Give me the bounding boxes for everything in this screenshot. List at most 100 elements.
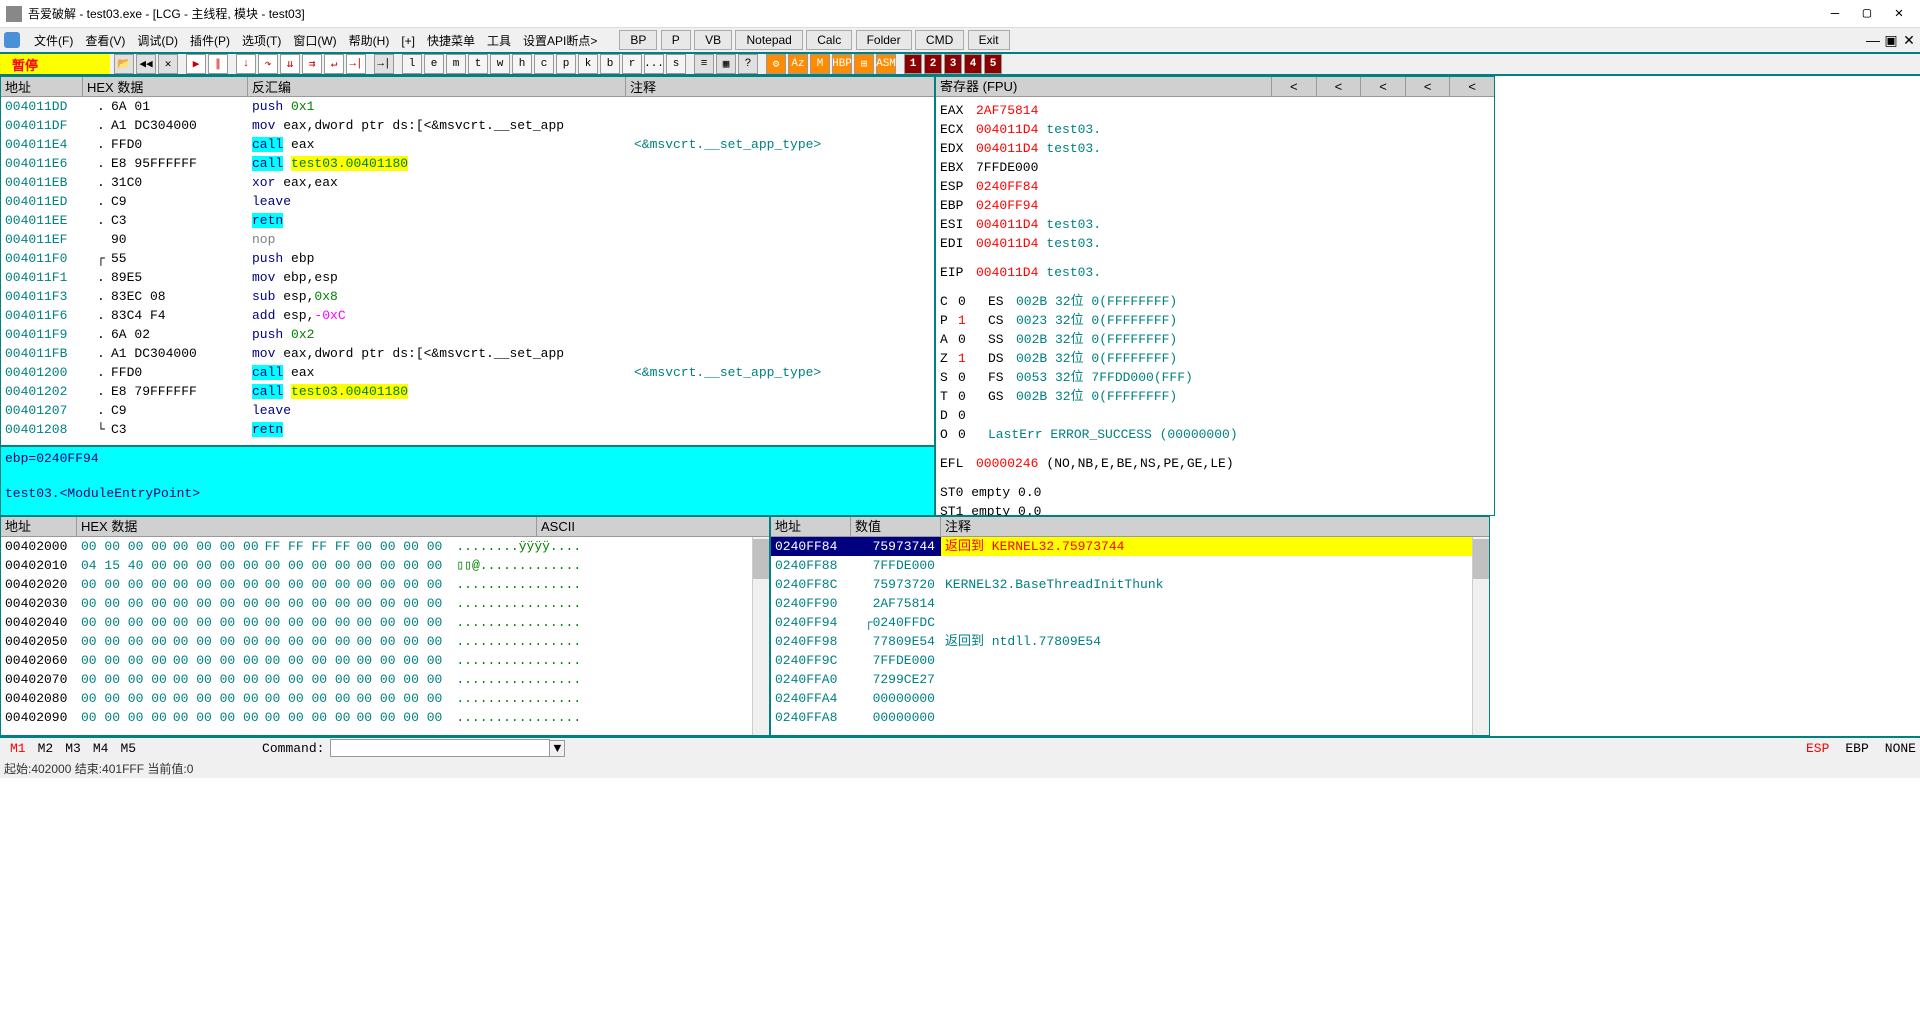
m-button-3[interactable]: M3 [59, 741, 87, 756]
dump-row[interactable]: 0040205000 00 00 0000 00 00 0000 00 00 0… [1, 632, 769, 651]
stack-row[interactable]: 0240FF9C7FFDE000 [771, 651, 1489, 670]
disasm-row[interactable]: 004011F0┌55push ebp [1, 249, 934, 268]
flag-row[interactable]: Z1DS002B 32位 0(FFFFFFFF) [940, 349, 1490, 368]
register-row[interactable]: ECX004011D4test03. [940, 120, 1490, 139]
disassembly-pane[interactable]: 地址 HEX 数据 反汇编 注释 004011DD.6A 01push 0x10… [0, 76, 935, 446]
flag-row[interactable]: C0ES002B 32位 0(FFFFFFFF) [940, 292, 1490, 311]
stack-row[interactable]: 0240FF902AF75814 [771, 594, 1489, 613]
col-asm[interactable]: 反汇编 [248, 77, 626, 96]
col-comment[interactable]: 注释 [626, 77, 934, 96]
tool-5-icon[interactable]: ⊞ [854, 54, 874, 74]
disasm-row[interactable]: 004011DD.6A 01push 0x1 [1, 97, 934, 116]
step-over-icon[interactable]: ↷ [258, 54, 278, 74]
toolbar-letter-k[interactable]: k [578, 54, 598, 74]
efl-row[interactable]: EFL00000246(NO,NB,E,BE,NS,PE,GE,LE) [940, 454, 1490, 473]
stack-col-addr[interactable]: 地址 [771, 517, 851, 536]
reg-nav-2[interactable]: < [1316, 77, 1361, 96]
toolbar-num-1[interactable]: 1 [904, 54, 922, 74]
run-to-cursor-icon[interactable]: →| [346, 54, 366, 74]
dump-row[interactable]: 0040202000 00 00 0000 00 00 0000 00 00 0… [1, 575, 769, 594]
toolbar-letter-b[interactable]: b [600, 54, 620, 74]
stack-row[interactable]: 0240FF8C75973720KERNEL32.BaseThreadInitT… [771, 575, 1489, 594]
help-icon[interactable]: ? [738, 54, 758, 74]
list-icon[interactable]: ≡ [694, 54, 714, 74]
toolbar-letter-e[interactable]: e [424, 54, 444, 74]
tab-button[interactable]: Exit [968, 30, 1010, 50]
goto-icon[interactable]: →| [374, 54, 394, 74]
stack-row[interactable]: 0240FFA400000000 [771, 689, 1489, 708]
register-row[interactable]: EBX7FFDE000 [940, 158, 1490, 177]
disasm-row[interactable]: 004011DF.A1 DC304000mov eax,dword ptr ds… [1, 116, 934, 135]
dump-row[interactable]: 0040206000 00 00 0000 00 00 0000 00 00 0… [1, 651, 769, 670]
stack-row[interactable]: 0240FFA07299CE27 [771, 670, 1489, 689]
m-button-1[interactable]: M1 [4, 741, 32, 756]
reg-nav-4[interactable]: < [1405, 77, 1450, 96]
flag-row[interactable]: D0 [940, 406, 1490, 425]
reg-nav-1[interactable]: < [1271, 77, 1316, 96]
tool-4-icon[interactable]: HBP [832, 54, 852, 74]
menu-item[interactable]: 设置API断点> [517, 32, 603, 50]
toolbar-num-2[interactable]: 2 [924, 54, 942, 74]
col-addr[interactable]: 地址 [1, 77, 83, 96]
tool-3-icon[interactable]: M [810, 54, 830, 74]
stack-row[interactable]: 0240FF94┌0240FFDC [771, 613, 1489, 632]
trace-over-icon[interactable]: ⇉ [302, 54, 322, 74]
register-row[interactable]: EAX2AF75814 [940, 101, 1490, 120]
tool-2-icon[interactable]: Az [788, 54, 808, 74]
disasm-row[interactable]: 004011EE.C3retn [1, 211, 934, 230]
disasm-row[interactable]: 00401208└C3retn [1, 420, 934, 439]
register-row[interactable]: ESP0240FF84 [940, 177, 1490, 196]
disasm-row[interactable]: 004011ED.C9leave [1, 192, 934, 211]
command-input[interactable] [330, 739, 550, 757]
disasm-row[interactable]: 004011F9.6A 02push 0x2 [1, 325, 934, 344]
footer-esp[interactable]: ESP [1806, 741, 1829, 756]
toolbar-num-3[interactable]: 3 [944, 54, 962, 74]
flag-row[interactable]: T0GS002B 32位 0(FFFFFFFF) [940, 387, 1490, 406]
disasm-row[interactable]: 004011FB.A1 DC304000mov eax,dword ptr ds… [1, 344, 934, 363]
toolbar-letter-s[interactable]: s [666, 54, 686, 74]
disasm-row[interactable]: 004011E6.E8 95FFFFFFcall test03.00401180 [1, 154, 934, 173]
open-icon[interactable]: 📂 [114, 54, 134, 74]
menu-item[interactable]: 文件(F) [28, 32, 79, 50]
reg-nav-3[interactable]: < [1360, 77, 1405, 96]
stack-row[interactable]: 0240FF887FFDE000 [771, 556, 1489, 575]
tab-button[interactable]: VB [694, 30, 732, 50]
dump-row[interactable]: 0040200000 00 00 0000 00 00 00FF FF FF F… [1, 537, 769, 556]
tab-button[interactable]: CMD [915, 30, 964, 50]
disasm-row[interactable]: 004011F3.83EC 08sub esp,0x8 [1, 287, 934, 306]
dump-scrollbar[interactable] [752, 537, 769, 735]
dump-row[interactable]: 0040209000 00 00 0000 00 00 0000 00 00 0… [1, 708, 769, 727]
toolbar-letter-c[interactable]: c [534, 54, 554, 74]
run-to-ret-icon[interactable]: ↵ [324, 54, 344, 74]
close-button[interactable]: ✕ [1892, 7, 1906, 21]
disasm-row[interactable]: 004011EB.31C0xor eax,eax [1, 173, 934, 192]
flag-row[interactable]: A0SS002B 32位 0(FFFFFFFF) [940, 330, 1490, 349]
rewind-icon[interactable]: ◀◀ [136, 54, 156, 74]
menu-item[interactable]: 插件(P) [184, 32, 236, 50]
maximize-button[interactable]: ▢ [1860, 7, 1874, 21]
toolbar-letter-r[interactable]: r [622, 54, 642, 74]
grid-icon[interactable]: ▦ [716, 54, 736, 74]
registers-pane[interactable]: 寄存器 (FPU) < < < < < EAX2AF75814ECX004011… [935, 76, 1495, 516]
mdi-minimize-icon[interactable]: — [1866, 33, 1880, 47]
toolbar-letter-m[interactable]: m [446, 54, 466, 74]
footer-ebp[interactable]: EBP [1845, 741, 1868, 756]
menu-item[interactable]: [+] [395, 32, 421, 50]
mdi-close-icon[interactable]: ✕ [1902, 33, 1916, 47]
toolbar-letter-h[interactable]: h [512, 54, 532, 74]
dump-col-ascii[interactable]: ASCII [537, 517, 769, 536]
menu-item[interactable]: 工具 [481, 32, 517, 50]
menu-item[interactable]: 查看(V) [79, 32, 131, 50]
step-into-icon[interactable]: ↓ [236, 54, 256, 74]
stack-col-val[interactable]: 数值 [851, 517, 941, 536]
fpu-row[interactable]: ST0 empty 0.0 [940, 483, 1490, 502]
minimize-button[interactable]: — [1828, 7, 1842, 21]
menu-item[interactable]: 窗口(W) [287, 32, 342, 50]
tab-button[interactable]: P [661, 30, 691, 50]
disasm-row[interactable]: 00401200.FFD0call eax<&msvcrt.__set_app_… [1, 363, 934, 382]
stack-row[interactable]: 0240FF9877809E54返回到 ntdll.77809E54 [771, 632, 1489, 651]
tool-1-icon[interactable]: ⚙ [766, 54, 786, 74]
register-row[interactable]: EDX004011D4test03. [940, 139, 1490, 158]
dump-col-addr[interactable]: 地址 [1, 517, 77, 536]
register-row[interactable]: ESI004011D4test03. [940, 215, 1490, 234]
